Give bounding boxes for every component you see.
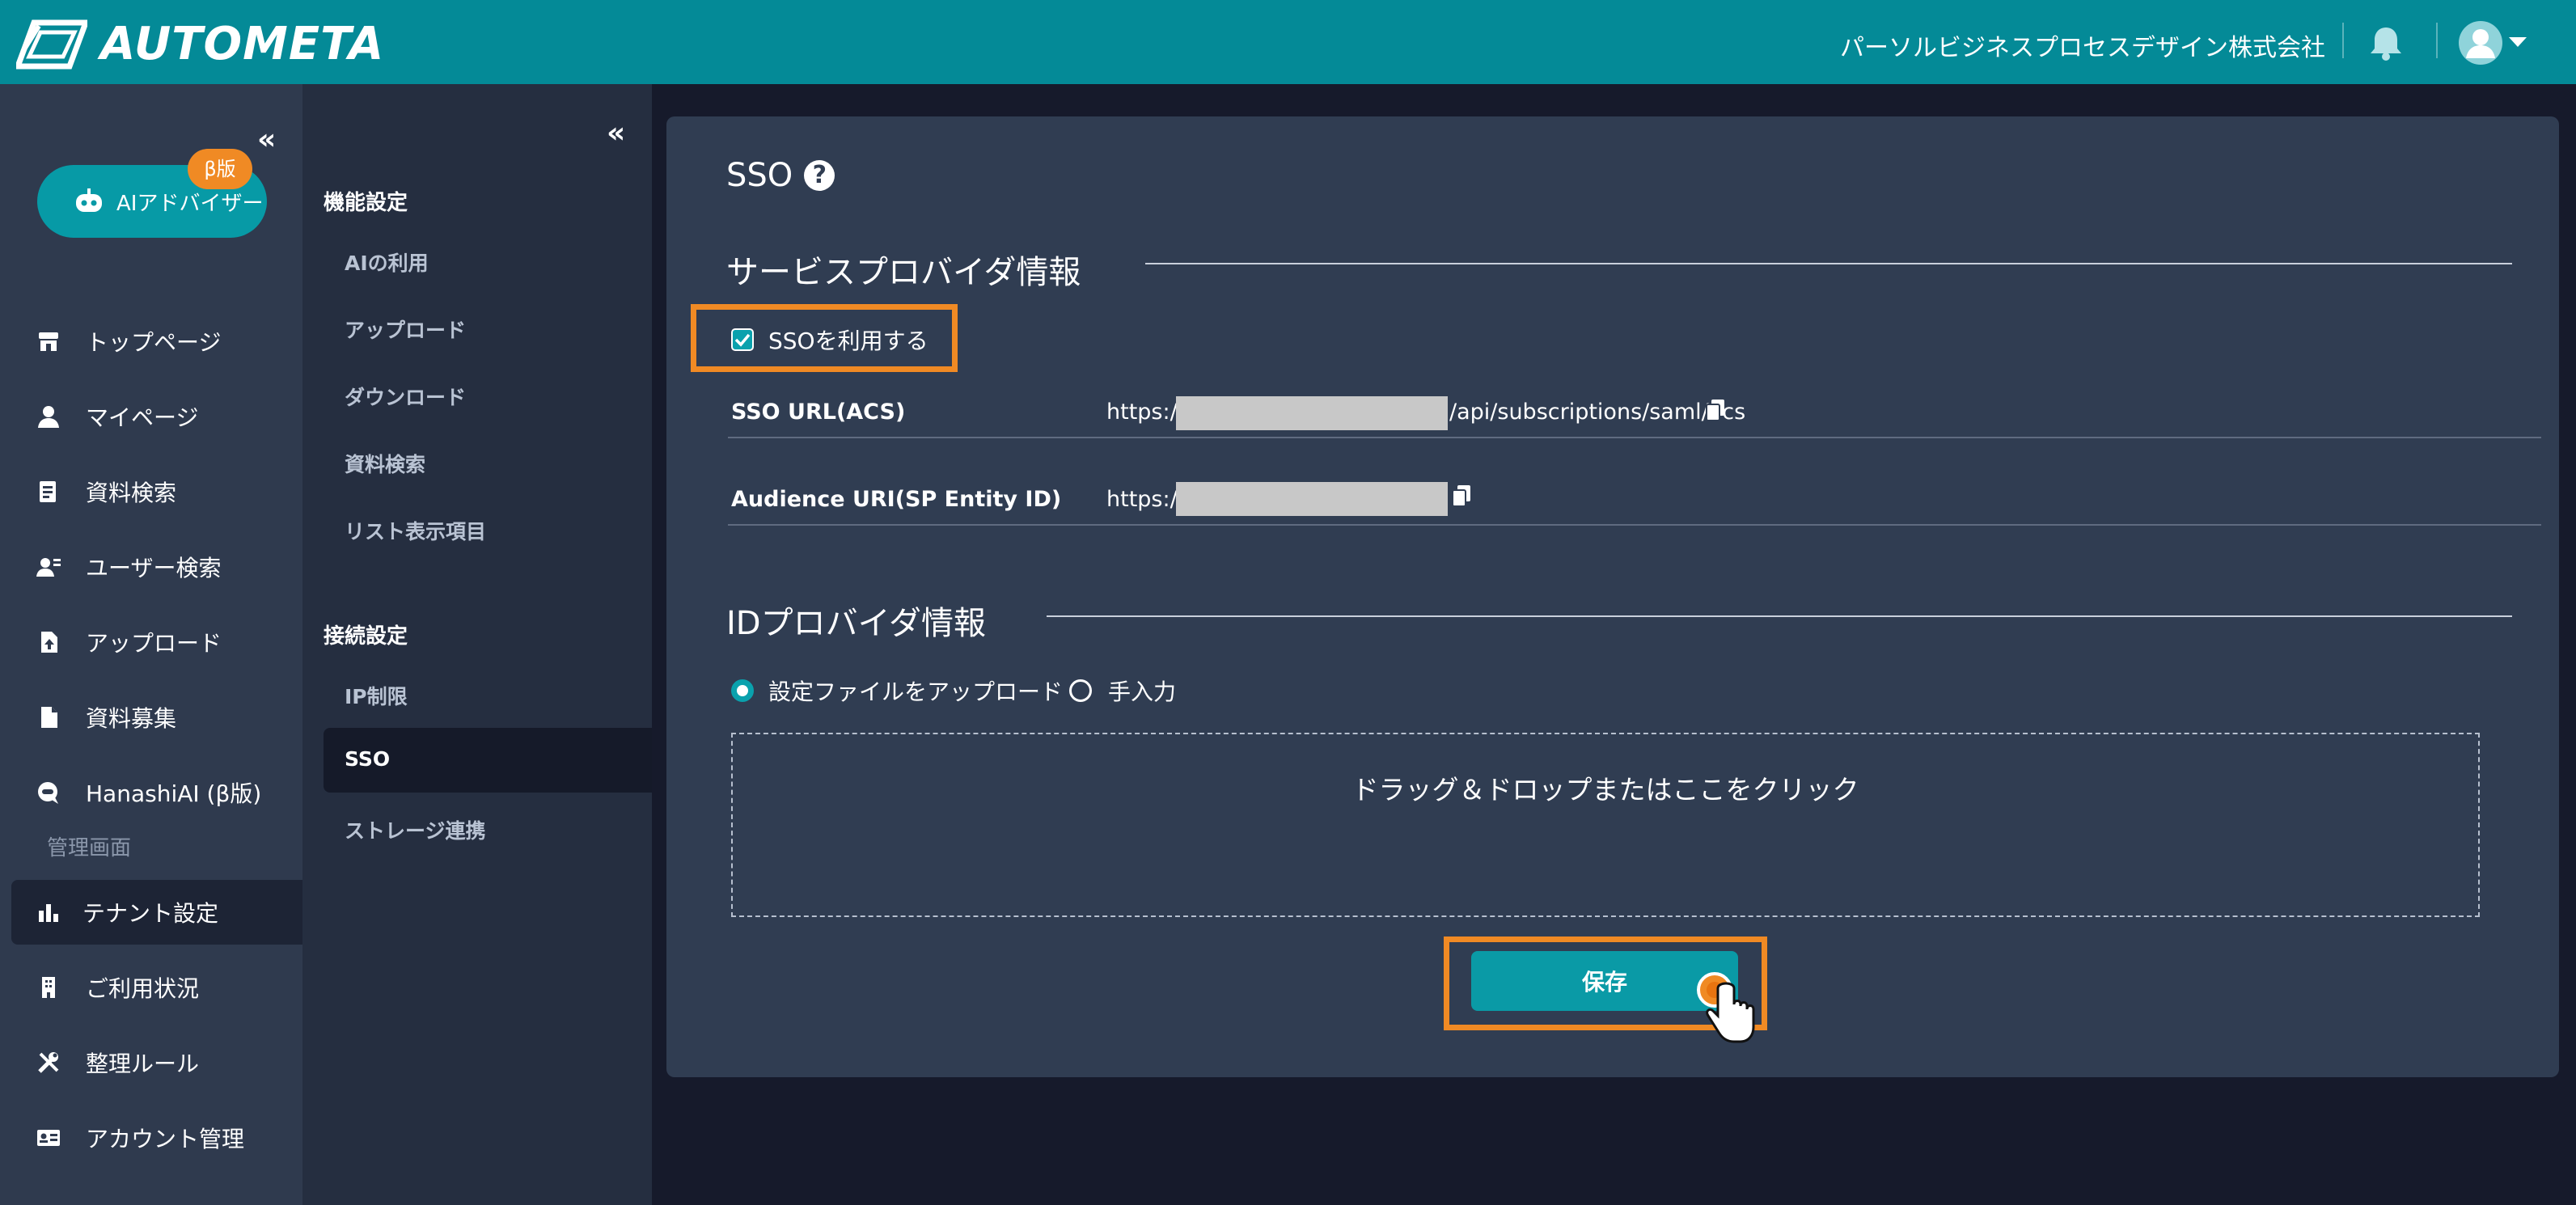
- sidebar-item-label: アカウント管理: [86, 1126, 245, 1152]
- robot-icon: [76, 188, 102, 212]
- subnav-group-title: 接続設定: [324, 624, 408, 649]
- beta-badge: β版: [188, 149, 252, 189]
- copy-icon[interactable]: [1705, 398, 1726, 422]
- logo-text: AUTOMETA: [100, 18, 385, 70]
- document-search-icon: [40, 481, 56, 502]
- sso-url-suffix: /api/subscriptions/saml/acs: [1449, 400, 1746, 425]
- admin-section-label: 管理画面: [47, 836, 132, 860]
- file-dropzone[interactable]: ドラッグ＆ドロップまたはここをクリック: [731, 733, 2480, 917]
- page-title: SSO ?: [726, 157, 835, 194]
- store-icon: [39, 332, 58, 351]
- settings-subnav: « 機能設定 AIの利用 アップロード ダウンロード 資料検索 リスト表示項目 …: [302, 84, 652, 1205]
- sidebar-item-label: 資料検索: [86, 480, 177, 506]
- subnav-item-label: SSO: [345, 747, 391, 771]
- sidebar-item-mypage[interactable]: マイページ: [0, 384, 302, 449]
- audience-uri-prefix: https://: [1106, 487, 1185, 512]
- redacted-host: [1176, 482, 1448, 516]
- file-icon: [41, 707, 57, 728]
- sidebar-collapse-icon[interactable]: «: [257, 123, 276, 156]
- id-card-icon: [37, 1130, 60, 1146]
- office-building-icon: [42, 977, 55, 998]
- chat-icon: [38, 782, 58, 804]
- radio-upload-file[interactable]: [731, 679, 754, 702]
- sidebar-item-label: 資料募集: [86, 705, 177, 732]
- sso-enable-checkbox[interactable]: [731, 328, 754, 351]
- sidebar-item-label: トップページ: [86, 329, 222, 356]
- sso-url-prefix: https://: [1106, 400, 1185, 425]
- file-upload-icon: [41, 632, 57, 653]
- user-avatar-icon[interactable]: [2459, 21, 2502, 65]
- subnav-item-ip-restriction[interactable]: IP制限: [345, 681, 408, 710]
- autometa-logo-icon: [16, 19, 87, 69]
- sidebar-item-label: HanashiAI (β版): [86, 780, 262, 807]
- chevron-down-icon[interactable]: [2509, 37, 2527, 47]
- header-divider: [2436, 23, 2438, 58]
- subnav-item-ai[interactable]: AIの利用: [345, 247, 429, 277]
- sidebar-item-recruit[interactable]: 資料募集: [0, 685, 302, 750]
- idp-section-title: IDプロバイダ情報: [726, 605, 986, 642]
- subnav-item-upload[interactable]: アップロード: [345, 315, 466, 344]
- radio-upload-label[interactable]: 設定ファイルをアップロード: [768, 674, 1063, 707]
- audience-uri-label: Audience URI(SP Entity ID): [731, 487, 1062, 512]
- sso-url-label: SSO URL(ACS): [731, 400, 906, 425]
- building-chart-icon: [39, 904, 58, 922]
- sidebar-item-label: マイページ: [86, 404, 199, 431]
- row-divider: [728, 437, 2541, 438]
- tools-icon: [38, 1052, 59, 1073]
- sso-enable-label[interactable]: SSOを利用する: [768, 323, 928, 356]
- dropzone-text: ドラッグ＆ドロップまたはここをクリック: [1351, 774, 1859, 805]
- sidebar-item-top[interactable]: トップページ: [0, 309, 302, 374]
- company-name: パーソルビジネスプロセスデザイン株式会社: [1840, 34, 2325, 62]
- subnav-collapse-icon[interactable]: «: [607, 116, 625, 150]
- sidebar-item-hanashiai[interactable]: HanashiAI (β版): [0, 760, 302, 825]
- radio-manual-input[interactable]: [1069, 679, 1092, 702]
- help-icon[interactable]: ?: [804, 160, 835, 191]
- sidebar-item-user-search[interactable]: ユーザー検索: [0, 535, 302, 599]
- sidebar-item-label: 整理ルール: [86, 1051, 200, 1077]
- user-search-icon: [36, 558, 61, 577]
- sidebar-item-document-search[interactable]: 資料検索: [0, 459, 302, 524]
- subnav-group-title: 機能設定: [324, 191, 408, 215]
- sidebar-item-tenant-settings[interactable]: テナント設定: [11, 880, 302, 945]
- subnav-item-sso[interactable]: SSO: [324, 728, 652, 793]
- sidebar-item-label: テナント設定: [82, 900, 219, 927]
- subnav-item-search[interactable]: 資料検索: [345, 449, 425, 478]
- redacted-host: [1176, 396, 1448, 430]
- ai-advisor-label: AIアドバイザー: [116, 191, 264, 216]
- bell-icon[interactable]: [2368, 24, 2404, 65]
- sso-settings-panel: SSO ? サービスプロバイダ情報 SSOを利用する SSO URL(ACS) …: [666, 116, 2559, 1077]
- top-bar: AUTOMETA パーソルビジネスプロセスデザイン株式会社: [0, 0, 2576, 84]
- sidebar-item-label: アップロード: [86, 630, 222, 657]
- pointer-cursor-icon: [1697, 972, 1755, 1043]
- radio-manual-label[interactable]: 手入力: [1108, 674, 1176, 707]
- sidebar-item-upload[interactable]: アップロード: [0, 610, 302, 674]
- person-icon: [38, 406, 59, 428]
- copy-icon[interactable]: [1451, 484, 1472, 508]
- sidebar-item-rules[interactable]: 整理ルール: [0, 1030, 302, 1095]
- section-divider: [1145, 263, 2512, 264]
- subnav-item-storage[interactable]: ストレージ連携: [345, 815, 486, 844]
- sidebar: « AIアドバイザー β版 トップページ マイページ 資料検索 ユーザー検索 ア…: [0, 84, 302, 1205]
- subnav-item-list-columns[interactable]: リスト表示項目: [345, 516, 486, 545]
- section-divider: [1047, 615, 2512, 617]
- sidebar-item-label: ユーザー検索: [86, 555, 222, 581]
- header-divider: [2342, 23, 2344, 58]
- page-title-text: SSO: [726, 157, 793, 194]
- subnav-item-download[interactable]: ダウンロード: [345, 382, 466, 411]
- row-divider: [728, 524, 2541, 526]
- sidebar-item-account[interactable]: アカウント管理: [0, 1106, 302, 1170]
- sidebar-item-usage[interactable]: ご利用状況: [0, 955, 302, 1020]
- sp-section-title: サービスプロバイダ情報: [726, 254, 1081, 291]
- sidebar-item-label: ご利用状況: [86, 975, 200, 1002]
- logo[interactable]: AUTOMETA: [16, 18, 384, 70]
